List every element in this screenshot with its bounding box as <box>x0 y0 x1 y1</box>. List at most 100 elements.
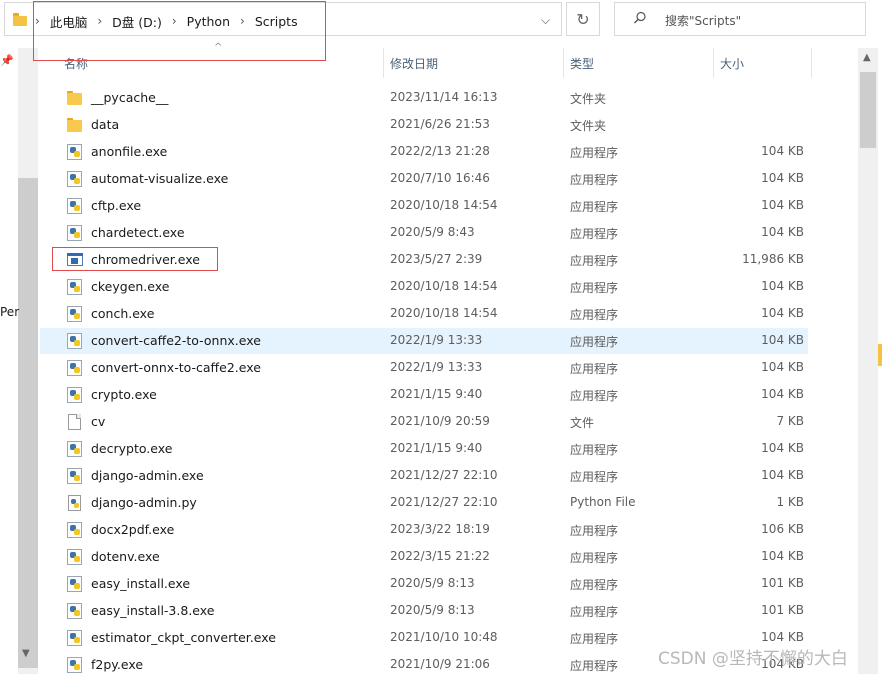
python-exe-icon <box>67 549 83 565</box>
file-row[interactable]: django-admin.py 2021/12/27 22:10 Python Fi… <box>40 490 808 516</box>
file-date: 2020/5/9 8:13 <box>390 576 475 590</box>
file-row[interactable]: cv 2021/10/9 20:59 文件 7 KB <box>40 409 808 435</box>
search-input[interactable]: 搜索"Scripts" <box>614 2 866 36</box>
breadcrumb-item-this-pc[interactable]: 此电脑 <box>50 12 88 31</box>
file-row[interactable]: dotenv.exe 2022/3/15 21:22 应用程序 104 KB <box>40 544 808 570</box>
file-type: 应用程序 <box>570 632 619 646</box>
file-row[interactable]: crypto.exe 2021/1/15 9:40 应用程序 104 KB <box>40 382 808 408</box>
file-type: 应用程序 <box>570 659 619 673</box>
file-row[interactable]: cftp.exe 2020/10/18 14:54 应用程序 104 KB <box>40 193 808 219</box>
file-type: 应用程序 <box>570 362 619 376</box>
file-type: 应用程序 <box>570 578 619 592</box>
search-placeholder: 搜索"Scripts" <box>665 14 742 28</box>
python-exe-icon <box>67 387 83 403</box>
file-row[interactable]: automat-visualize.exe 2020/7/10 16:46 应用程序… <box>40 166 808 192</box>
column-header-name[interactable]: 名称 <box>58 48 384 78</box>
file-size: 104 KB <box>761 468 804 482</box>
python-file-icon <box>67 495 83 511</box>
file-date: 2020/7/10 16:46 <box>390 171 490 185</box>
file-size: 101 KB <box>761 603 804 617</box>
file-type: 应用程序 <box>570 470 619 484</box>
file-row[interactable]: easy_install-3.8.exe 2020/5/9 8:13 应用程序 101… <box>40 598 808 624</box>
refresh-button[interactable]: ↻ <box>566 2 600 36</box>
python-exe-icon <box>67 360 83 376</box>
column-header-date[interactable]: 修改日期 <box>384 48 564 78</box>
scrollbar-thumb[interactable] <box>860 72 876 148</box>
file-date: 2020/10/18 14:54 <box>390 306 498 320</box>
file-type: 应用程序 <box>570 281 619 295</box>
file-name: chromedriver.exe <box>91 252 200 267</box>
file-date: 2021/10/10 10:48 <box>390 630 498 644</box>
python-exe-icon <box>67 198 83 214</box>
file-date: 2021/12/27 22:10 <box>390 468 498 482</box>
python-exe-icon <box>67 441 83 457</box>
file-date: 2020/5/9 8:43 <box>390 225 475 239</box>
file-size: 106 KB <box>761 522 804 536</box>
file-type: 应用程序 <box>570 443 619 457</box>
file-name: decrypto.exe <box>91 441 173 456</box>
file-name: anonfile.exe <box>91 144 168 159</box>
column-header-size[interactable]: 大小 <box>714 48 812 78</box>
file-date: 2022/2/13 21:28 <box>390 144 490 158</box>
nav-item-label[interactable]: Per <box>0 305 19 319</box>
file-name: conch.exe <box>91 306 155 321</box>
file-row[interactable]: convert-onnx-to-caffe2.exe 2022/1/9 13:33… <box>40 355 808 381</box>
file-type: 应用程序 <box>570 524 619 538</box>
file-row[interactable]: docx2pdf.exe 2023/3/22 18:19 应用程序 106 KB <box>40 517 808 543</box>
python-exe-icon <box>67 306 83 322</box>
file-row[interactable]: decrypto.exe 2021/1/15 9:40 应用程序 104 KB <box>40 436 808 462</box>
file-name: f2py.exe <box>91 657 144 672</box>
file-type: 应用程序 <box>570 173 619 187</box>
python-exe-icon <box>67 144 83 160</box>
file-size: 104 KB <box>761 549 804 563</box>
chevron-right-icon: › <box>171 14 177 28</box>
file-row[interactable]: easy_install.exe 2020/5/9 8:13 应用程序 101 KB <box>40 571 808 597</box>
breadcrumb-item-python[interactable]: Python <box>187 14 230 29</box>
file-name: docx2pdf.exe <box>91 522 175 537</box>
file-date: 2022/3/15 21:22 <box>390 549 490 563</box>
file-row[interactable]: __pycache__ 2023/11/14 16:13 文件夹 <box>40 85 808 111</box>
column-header-type[interactable]: 类型 <box>564 48 714 78</box>
python-exe-icon <box>67 630 83 646</box>
breadcrumb-bar[interactable]: › 此电脑 › D盘 (D:) › Python › Scripts ⌵ <box>4 2 562 36</box>
file-row[interactable]: conch.exe 2020/10/18 14:54 应用程序 104 KB <box>40 301 808 327</box>
file-row[interactable]: ckeygen.exe 2020/10/18 14:54 应用程序 104 KB <box>40 274 808 300</box>
file-list-scrollbar[interactable]: ▲ <box>858 48 878 674</box>
file-row[interactable]: django-admin.exe 2021/12/27 22:10 应用程序 104 … <box>40 463 808 489</box>
file-name: __pycache__ <box>91 90 169 105</box>
pin-icon: 📌 <box>0 54 14 67</box>
scroll-up-icon[interactable]: ▲ <box>863 52 871 63</box>
file-name: cv <box>91 414 106 429</box>
file-date: 2021/12/27 22:10 <box>390 495 498 509</box>
file-type: 文件 <box>570 416 595 430</box>
breadcrumb-item-drive-d[interactable]: D盘 (D:) <box>112 12 162 31</box>
column-header-date-label: 修改日期 <box>390 56 439 71</box>
file-name: ckeygen.exe <box>91 279 170 294</box>
nav-scrollbar[interactable]: ▼ <box>18 48 38 674</box>
file-name: crypto.exe <box>91 387 157 402</box>
file-type: 应用程序 <box>570 335 619 349</box>
file-size: 101 KB <box>761 576 804 590</box>
file-size: 11,986 KB <box>742 252 804 266</box>
file-row[interactable]: anonfile.exe 2022/2/13 21:28 应用程序 104 KB <box>40 139 808 165</box>
file-date: 2021/10/9 21:06 <box>390 657 490 671</box>
file-size: 104 KB <box>761 225 804 239</box>
file-size: 104 KB <box>761 279 804 293</box>
file-type: 应用程序 <box>570 227 619 241</box>
chevron-right-icon: › <box>35 14 40 28</box>
file-row[interactable]: data 2021/6/26 21:53 文件夹 <box>40 112 808 138</box>
file-row[interactable]: chromedriver.exe 2023/5/27 2:39 应用程序 11,986… <box>40 247 808 273</box>
file-name: convert-caffe2-to-onnx.exe <box>91 333 261 348</box>
file-type: 应用程序 <box>570 146 619 160</box>
file-row[interactable]: convert-caffe2-to-onnx.exe 2022/1/9 13:33… <box>40 328 808 354</box>
chevron-down-icon[interactable]: ⌵ <box>541 13 550 28</box>
file-row[interactable]: chardetect.exe 2020/5/9 8:43 应用程序 104 KB <box>40 220 808 246</box>
breadcrumb-item-scripts[interactable]: Scripts <box>255 14 298 29</box>
file-name: easy_install-3.8.exe <box>91 603 215 618</box>
file-date: 2021/1/15 9:40 <box>390 387 483 401</box>
watermark: CSDN @坚持不懈的大白 <box>658 649 848 669</box>
file-date: 2020/10/18 14:54 <box>390 279 498 293</box>
scroll-down-icon[interactable]: ▼ <box>22 648 30 659</box>
file-size: 104 KB <box>761 441 804 455</box>
nav-scrollbar-thumb[interactable] <box>18 178 38 668</box>
